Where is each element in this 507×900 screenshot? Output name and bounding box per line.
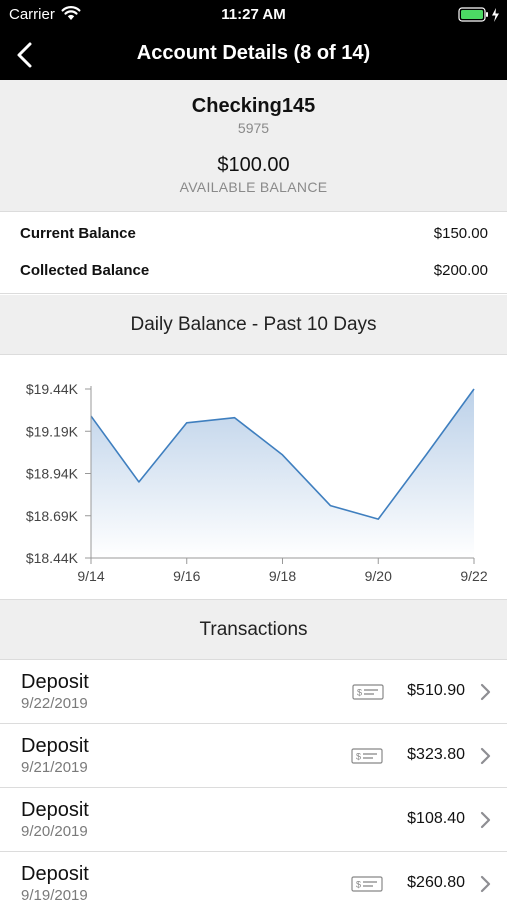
- collected-balance-value: $200.00: [433, 262, 488, 279]
- chart-y-tick-label: $18.69K: [26, 508, 79, 524]
- chart-x-tick-label: 9/22: [460, 568, 487, 584]
- transaction-amount: $323.80: [407, 746, 465, 763]
- chevron-right-icon: [479, 875, 493, 898]
- transaction-amount: $108.40: [407, 810, 465, 827]
- navigation-bar: Account Details (8 of 14): [0, 30, 507, 80]
- account-summary: Checking145 5975 $100.00 AVAILABLE BALAN…: [0, 80, 507, 212]
- transaction-type: Deposit: [21, 735, 89, 757]
- transaction-date: 9/20/2019: [21, 823, 88, 840]
- chevron-right-icon: [479, 747, 493, 770]
- chart-x-tick-label: 9/18: [269, 568, 296, 584]
- transaction-type: Deposit: [21, 799, 89, 821]
- chevron-right-icon: [479, 811, 493, 834]
- current-balance-label: Current Balance: [20, 225, 136, 242]
- status-time: 11:27 AM: [221, 6, 286, 23]
- transaction-row[interactable]: Deposit 9/22/2019 $ $510.90: [0, 660, 507, 724]
- page-title: Account Details (8 of 14): [136, 42, 371, 64]
- daily-balance-chart: $19.44K $19.19K $18.94K $18.69K $18.44K 9/14 9…: [0, 355, 507, 600]
- available-balance-value: $100.00: [217, 154, 290, 176]
- transaction-date: 9/21/2019: [21, 759, 88, 776]
- svg-text:$: $: [356, 880, 361, 890]
- collected-balance-label: Collected Balance: [20, 262, 150, 279]
- chart-x-tick-label: 9/20: [365, 568, 392, 584]
- chart-y-tick-label: $19.19K: [26, 423, 79, 439]
- current-balance-value: $150.00: [433, 225, 488, 242]
- transaction-type: Deposit: [21, 671, 89, 693]
- collected-balance-row: Collected Balance $200.00: [0, 256, 507, 286]
- transaction-row[interactable]: Deposit 9/19/2019 $ $260.80: [0, 852, 507, 900]
- transaction-amount: $260.80: [407, 874, 465, 891]
- transaction-amount: $510.90: [407, 682, 465, 699]
- check-image-icon[interactable]: $: [351, 876, 383, 897]
- status-bar: Carrier 11:27 AM: [0, 0, 507, 30]
- chart-section-title: Daily Balance - Past 10 Days: [130, 314, 377, 335]
- chart-y-tick-label: $18.94K: [26, 466, 79, 482]
- transaction-row[interactable]: Deposit 9/21/2019 $ $323.80: [0, 724, 507, 788]
- svg-text:$: $: [357, 688, 362, 698]
- transaction-date: 9/19/2019: [21, 887, 88, 900]
- svg-text:$: $: [356, 752, 361, 762]
- chart-x-tick-label: 9/16: [173, 568, 200, 584]
- check-image-icon[interactable]: $: [352, 684, 384, 705]
- balance-details: Current Balance $150.00 Collected Balanc…: [0, 212, 507, 294]
- transaction-type: Deposit: [21, 863, 89, 885]
- chart-section-header: Daily Balance - Past 10 Days: [0, 295, 507, 355]
- chart-x-tick-label: 9/14: [77, 568, 104, 584]
- available-balance-label: AVAILABLE BALANCE: [179, 179, 328, 195]
- transactions-section-title: Transactions: [199, 619, 308, 640]
- current-balance-row: Current Balance $150.00: [0, 219, 507, 249]
- transactions-section-header: Transactions: [0, 600, 507, 660]
- daily-balance-chart-svg: $19.44K $19.19K $18.94K $18.69K $18.44K 9/14 9…: [26, 381, 488, 584]
- account-name: Checking145: [191, 95, 316, 117]
- transaction-row[interactable]: Deposit 9/20/2019 $108.40: [0, 788, 507, 852]
- check-image-icon[interactable]: $: [351, 748, 383, 769]
- chart-y-tick-label: $19.44K: [26, 381, 79, 397]
- transaction-date: 9/22/2019: [21, 695, 88, 712]
- chart-y-tick-label: $18.44K: [26, 550, 79, 566]
- battery-icon: [458, 7, 502, 28]
- account-number: 5975: [237, 120, 270, 136]
- chart-area-fill: [91, 389, 474, 558]
- chevron-right-icon: [479, 683, 493, 706]
